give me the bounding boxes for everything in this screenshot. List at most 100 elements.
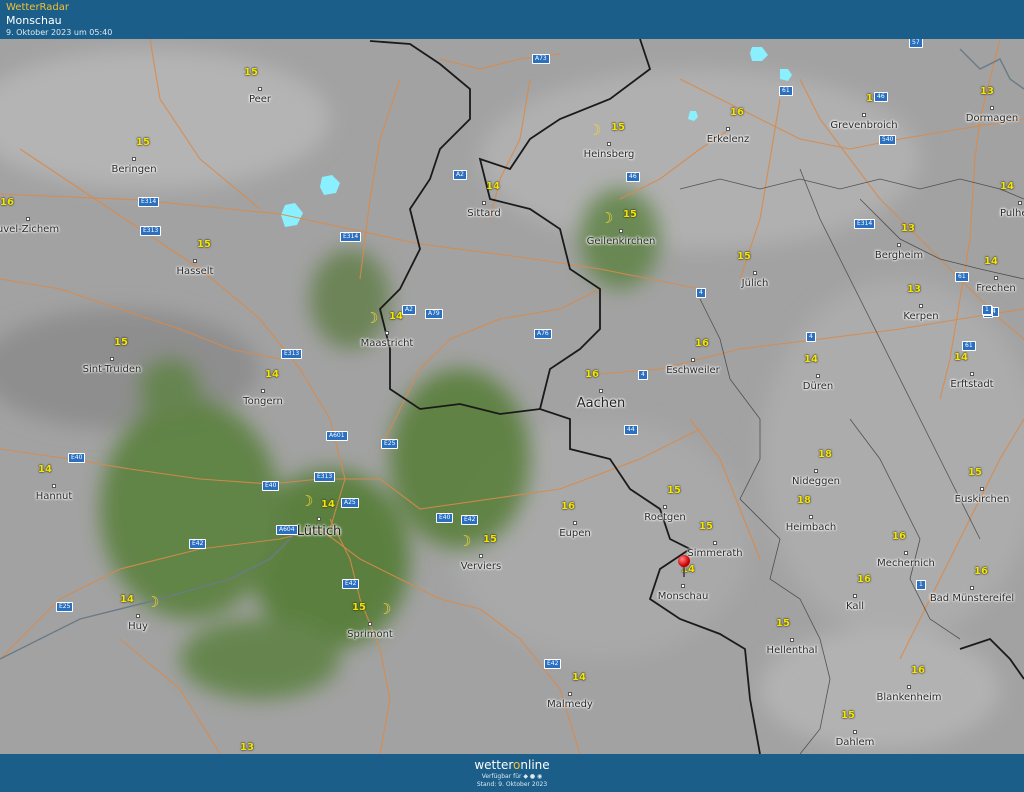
road-shield: 46 [626, 172, 640, 182]
moon-icon: ☽ [365, 309, 379, 327]
moon-icon: ☽ [588, 121, 602, 139]
temperature-label: 16 [730, 107, 744, 118]
road-shield: A73 [532, 54, 550, 64]
city-label[interactable]: Verviers [461, 561, 502, 572]
city-label[interactable]: Hellenthal [767, 645, 818, 656]
city-dot [26, 217, 30, 221]
city-label[interactable]: Peer [249, 94, 271, 105]
temperature-label: 14 [954, 352, 968, 363]
city-label[interactable]: Erkelenz [707, 134, 750, 145]
timestamp: 9. Oktober 2023 um 05:40 [6, 28, 113, 37]
city-label[interactable]: Aachen [577, 396, 625, 411]
road-shield: A25 [341, 498, 359, 508]
road-shield: A2 [402, 305, 416, 315]
city-label[interactable]: Euskirchen [955, 494, 1010, 505]
temperature-label: 15 [699, 521, 713, 532]
city-label[interactable]: Eupen [559, 528, 591, 539]
radar-map[interactable]: 15 Peer 15 Beringen 16 uvel-Zichem 15 Hasselt 15… [0, 39, 1024, 754]
city-label[interactable]: Heinsberg [584, 149, 635, 160]
road-shield: A76 [534, 329, 552, 339]
city-label[interactable]: Monschau [658, 591, 709, 602]
temperature-label: 14 [1000, 181, 1014, 192]
city-label[interactable]: uvel-Zichem [0, 224, 59, 235]
city-label[interactable]: Hannut [36, 491, 73, 502]
city-dot [317, 517, 321, 521]
city-dot [568, 692, 572, 696]
temperature-label: 16 [857, 574, 871, 585]
location-pin-icon[interactable] [678, 555, 690, 567]
city-label[interactable]: Simmerath [687, 548, 742, 559]
city-label[interactable]: Roetgen [644, 512, 686, 523]
road-shield: E314 [138, 197, 160, 207]
city-label[interactable]: Dormagen [966, 113, 1018, 124]
city-label[interactable]: Kerpen [903, 311, 938, 322]
city-label[interactable]: Sittard [467, 208, 500, 219]
city-label[interactable]: Jülich [742, 278, 769, 289]
map-base [0, 39, 1024, 754]
city-dot [980, 487, 984, 491]
logo-part-c: nline [520, 758, 550, 772]
city-dot [368, 622, 372, 626]
city-label[interactable]: Sprimont [347, 629, 393, 640]
city-dot [809, 515, 813, 519]
city-label[interactable]: Erftstadt [950, 379, 993, 390]
city-dot [607, 142, 611, 146]
road-shield: E42 [342, 579, 360, 589]
city-label[interactable]: Kall [846, 601, 864, 612]
city-label[interactable]: Nideggen [792, 476, 840, 487]
brand-title: WetterRadar [6, 2, 70, 13]
temperature-label: 15 [841, 710, 855, 721]
city-label[interactable]: Hasselt [177, 266, 214, 277]
city-label[interactable]: Düren [803, 381, 833, 392]
temperature-label: 15 [611, 122, 625, 133]
road-shield: 1 [916, 580, 926, 590]
temperature-label: 14 [120, 594, 134, 605]
road-shield: E40 [262, 481, 280, 491]
availability-text: Verfügbar für ◆ ● ◉ [481, 773, 543, 780]
road-shield: E42 [189, 539, 207, 549]
road-shield: 61 [779, 86, 793, 96]
city-label[interactable]: Pulheim [1000, 208, 1024, 219]
city-label[interactable]: Frechen [976, 283, 1015, 294]
road-shield: E313 [314, 472, 336, 482]
temperature-label: 14 [984, 256, 998, 267]
temperature-label: 15 [197, 239, 211, 250]
city-label[interactable]: Blankenheim [876, 692, 941, 703]
stand-text: Stand: 9. Oktober 2023 [476, 781, 548, 788]
city-label[interactable]: Maastricht [361, 338, 414, 349]
city-label[interactable]: Beringen [111, 164, 156, 175]
city-label[interactable]: Dahlem [836, 737, 875, 748]
city-label[interactable]: Bad Münstereifel [930, 593, 1014, 604]
wetteronline-logo[interactable]: wetteronline [0, 754, 1024, 772]
city-label[interactable]: Grevenbroich [830, 120, 897, 131]
city-dot [132, 157, 136, 161]
city-label[interactable]: Huy [128, 621, 148, 632]
city-dot [897, 243, 901, 247]
city-dot [52, 484, 56, 488]
city-label[interactable]: Geilenkirchen [587, 236, 656, 247]
city-dot [862, 113, 866, 117]
temperature-label: 14 [389, 311, 403, 322]
location-pin-stem [683, 567, 685, 577]
city-dot [681, 584, 685, 588]
city-label[interactable]: Lüttich [297, 524, 341, 539]
road-shield: E40 [68, 453, 86, 463]
moon-icon: ☽ [600, 209, 614, 227]
city-label[interactable]: Malmedy [547, 699, 593, 710]
temperature-label: 15 [352, 602, 366, 613]
city-label[interactable]: Sint-Truiden [83, 364, 142, 375]
temperature-label: 14 [265, 369, 279, 380]
temperature-label: 15 [667, 485, 681, 496]
city-label[interactable]: Heimbach [786, 522, 837, 533]
city-label[interactable]: Mechernich [877, 558, 935, 569]
city-dot [482, 201, 486, 205]
city-label[interactable]: Bergheim [875, 250, 923, 261]
city-dot [193, 259, 197, 263]
city-label[interactable]: Tongern [243, 396, 283, 407]
city-label[interactable]: Eschweiler [666, 365, 720, 376]
temperature-label: 15 [776, 618, 790, 629]
city-dot [258, 87, 262, 91]
moon-icon: ☽ [300, 492, 314, 510]
city-dot [136, 614, 140, 618]
city-dot [599, 389, 603, 393]
